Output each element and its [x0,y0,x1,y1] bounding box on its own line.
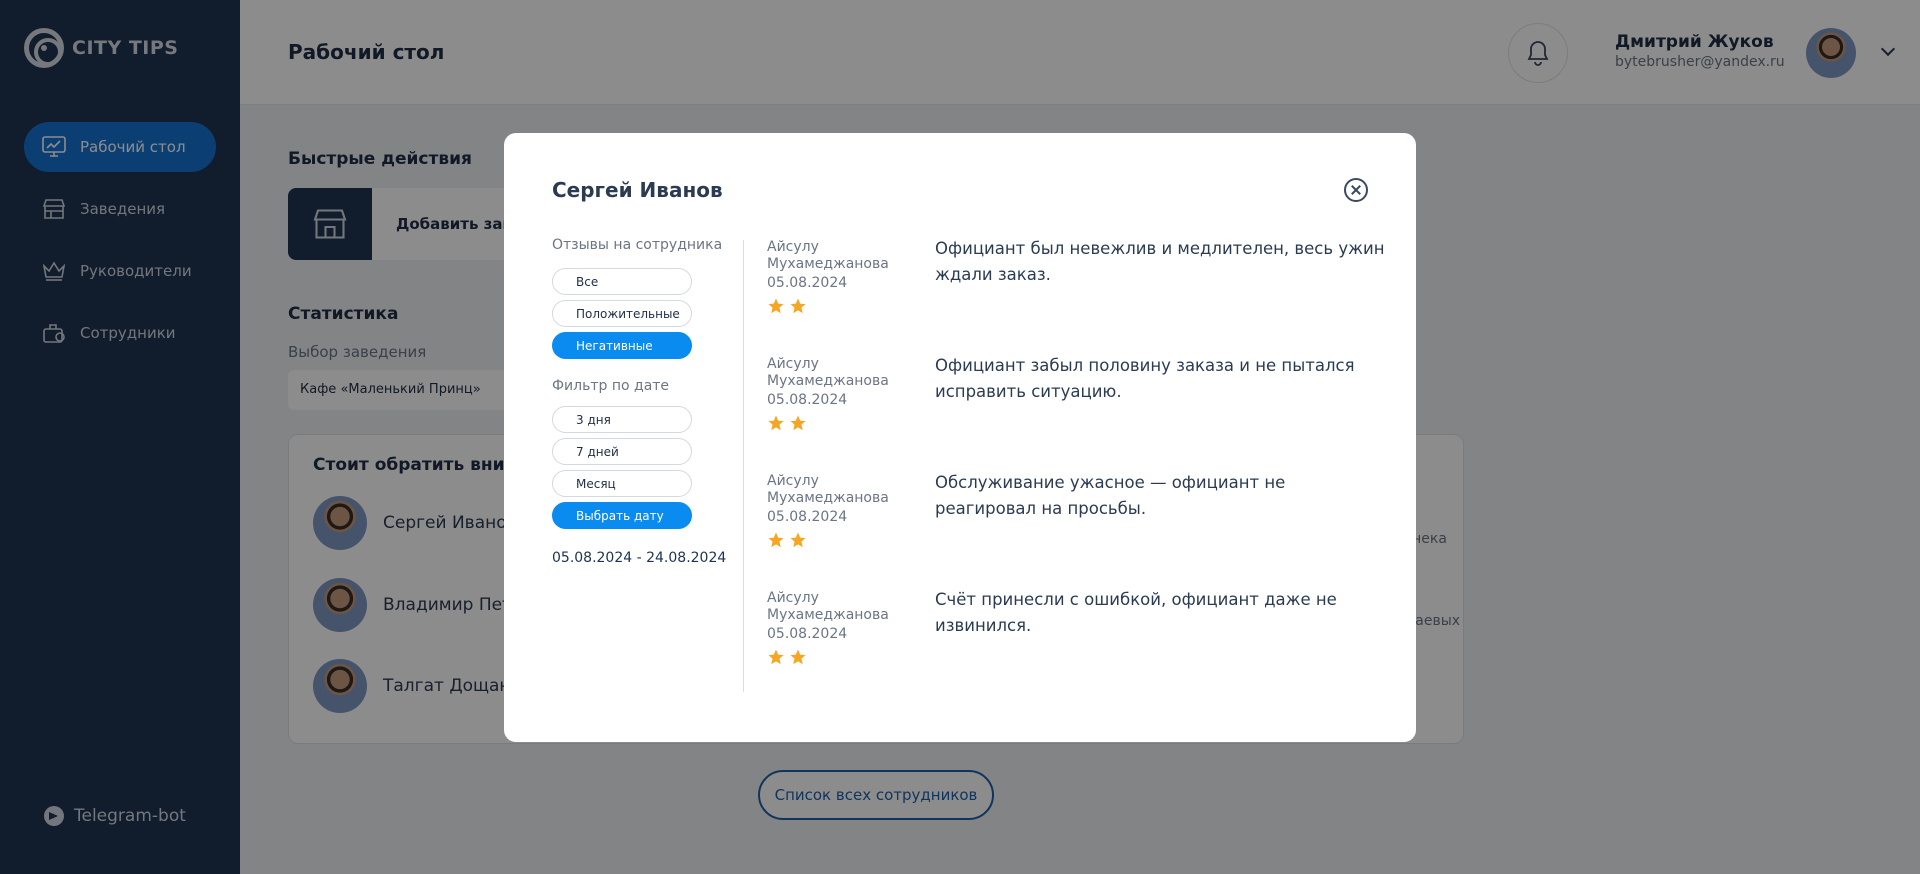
date-range: 05.08.2024 - 24.08.2024 [552,550,727,566]
star-icon [790,415,806,431]
reviews-filter-label: Отзывы на сотрудника [552,237,723,253]
review-date: 05.08.2024 [767,509,848,525]
star-icon [768,532,784,548]
review-text: Обслуживание ужасное — официант не реаги… [935,473,1286,518]
review-date: 05.08.2024 [767,392,848,408]
review-author: Айсулу Мухамеджанова [767,590,889,623]
review-date: 05.08.2024 [767,275,848,291]
date-filter-7-days[interactable]: 7 дней [552,438,692,465]
rating-stars [767,648,811,666]
rating-stars [767,414,811,432]
date-filter-pick[interactable]: Выбрать дату [552,502,692,529]
review-author: Айсулу Мухамеджанова [767,473,889,506]
review-date: 05.08.2024 [767,626,848,642]
close-icon[interactable] [1344,178,1368,202]
review-text: Официант забыл половину заказа и не пыта… [935,356,1355,401]
star-icon [790,298,806,314]
date-filter-month[interactable]: Месяц [552,470,692,497]
star-icon [790,649,806,665]
review-text: Счёт принесли с ошибкой, официант даже н… [935,590,1337,635]
date-filter-3-days[interactable]: 3 дня [552,406,692,433]
star-icon [768,649,784,665]
review-author: Айсулу Мухамеджанова [767,356,889,389]
date-filter-label: Фильтр по дате [552,378,670,394]
star-icon [790,532,806,548]
modal-title: Сергей Иванов [552,178,723,202]
rating-stars [767,297,811,315]
filter-positive[interactable]: Положительные [552,300,692,327]
review-text: Официант был невежлив и медлителен, весь… [935,239,1385,284]
star-icon [768,298,784,314]
filter-all[interactable]: Все [552,268,692,295]
review-author: Айсулу Мухамеджанова [767,239,889,272]
star-icon [768,415,784,431]
filter-negative[interactable]: Негативные [552,332,692,359]
employee-reviews-modal: Сергей Иванов Отзывы на сотрудника Все П… [504,133,1416,742]
divider [743,240,744,692]
rating-stars [767,531,811,549]
